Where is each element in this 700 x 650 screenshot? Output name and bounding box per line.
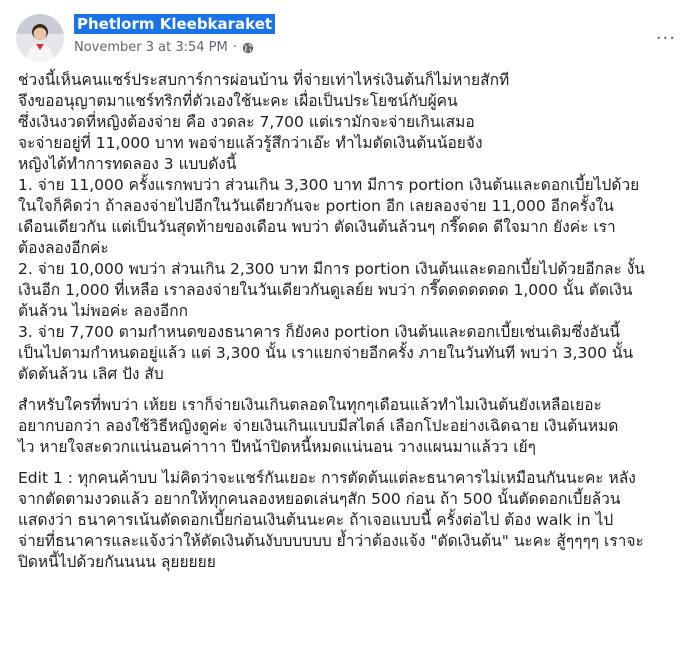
globe-icon[interactable]	[242, 42, 254, 54]
post-timestamp[interactable]: November 3 at 3:54 PM	[74, 40, 228, 55]
text-line: ซึ่งเงินงวดที่หญิงต้องจ่าย คือ งวดละ 7,7…	[18, 113, 475, 131]
text-line: 3. จ่าย 7,700 ตามกำหนดของธนาคาร ก็ยังคง …	[18, 323, 621, 341]
text-line: หญิงได้ทำการทดลอง 3 แบบดังนี้	[18, 155, 237, 173]
paragraph-2: สำหรับใครที่พบว่า เห้ยย เราก็จ่ายเงินเกิ…	[18, 395, 683, 458]
text-line: ตัดต้นล้วน เลิศ ปัง สับ	[18, 365, 164, 383]
text-line: อยากบอกว่า ลองใช้วิธีหญิงดูค่ะ จ่ายเงินเ…	[18, 417, 619, 435]
author-avatar[interactable]	[16, 14, 64, 62]
text-line: ช่วงนี้เห็นคนแชร์ประสบการ์การผ่อนบ้าน ที…	[18, 71, 510, 89]
avatar-image	[16, 14, 64, 62]
text-line: ปิดหนี้ไปด้วยกันนนน ลุยยยยย	[18, 553, 216, 571]
facebook-post: Phetlorm Kleebkaraket November 3 at 3:54…	[0, 0, 700, 650]
meta-separator: ·	[232, 40, 237, 55]
text-line: สำหรับใครที่พบว่า เห้ยย เราก็จ่ายเงินเกิ…	[18, 396, 602, 414]
text-line: จึงขออนุญาตมาแชร์ทริกที่ตัวเองใช้นะคะ เผ…	[18, 92, 458, 110]
text-line: แสดงว่า ธนาคารเน้นตัดดอกเบี้ยก่อนเงินต้น…	[18, 511, 614, 529]
text-line: ต้นล้วน ไม่พอค่ะ ลองอีกก	[18, 302, 189, 320]
paragraph-1: ช่วงนี้เห็นคนแชร์ประสบการ์การผ่อนบ้าน ที…	[18, 70, 683, 385]
text-line: Edit 1 : ทุกคนค้าบบ ไม่คิดว่าจะแชร์กันเย…	[18, 469, 636, 487]
text-line: 2. จ่าย 10,000 พบว่า ส่วนเกิน 2,300 บาท …	[18, 260, 645, 278]
text-line: เดือนเดียวกัน แต่เป็นวันสุดท้ายของเดือน …	[18, 218, 616, 236]
post-header: Phetlorm Kleebkaraket November 3 at 3:54…	[16, 10, 686, 66]
paragraph-3-edit: Edit 1 : ทุกคนค้าบบ ไม่คิดว่าจะแชร์กันเย…	[18, 468, 683, 573]
author-name[interactable]: Phetlorm Kleebkaraket	[74, 14, 276, 34]
text-line: เงินอีก 1,000 ที่เหลือ เราลองจ่ายในวันเด…	[18, 281, 633, 299]
text-line: ในใจก็คิดว่า ถ้าลองจ่ายไปอีกในวันเดียวกั…	[18, 197, 614, 215]
text-line: ไว หายใจสะดวกแน่นอนค่าาาา ปีหน้าปิดหนี้ห…	[18, 438, 536, 456]
text-line: จากตัดตามงวดแล้ว อยากให้ทุกคนลองหยอดเล่น…	[18, 490, 621, 508]
post-meta: November 3 at 3:54 PM ·	[74, 40, 254, 55]
text-line: 1. จ่าย 11,000 ครั้งแรกพบว่า ส่วนเกิน 3,…	[18, 176, 640, 194]
more-options-icon[interactable]: ···	[656, 28, 676, 49]
text-line: ต้องลองอีกค่ะ	[18, 239, 109, 257]
post-body: ช่วงนี้เห็นคนแชร์ประสบการ์การผ่อนบ้าน ที…	[18, 70, 683, 573]
text-line: จ่ายที่ธนาคารและแจ้งว่าให้ตัดเงินต้นงับบ…	[18, 532, 644, 550]
text-line: เป็นไปตามกำหนดอยู่แล้ว แต่ 3,300 นั้น เร…	[18, 344, 634, 362]
text-line: จะจ่ายอยู่ที่ 11,000 บาท พอจ่ายแล้วรู้สึ…	[18, 134, 483, 152]
